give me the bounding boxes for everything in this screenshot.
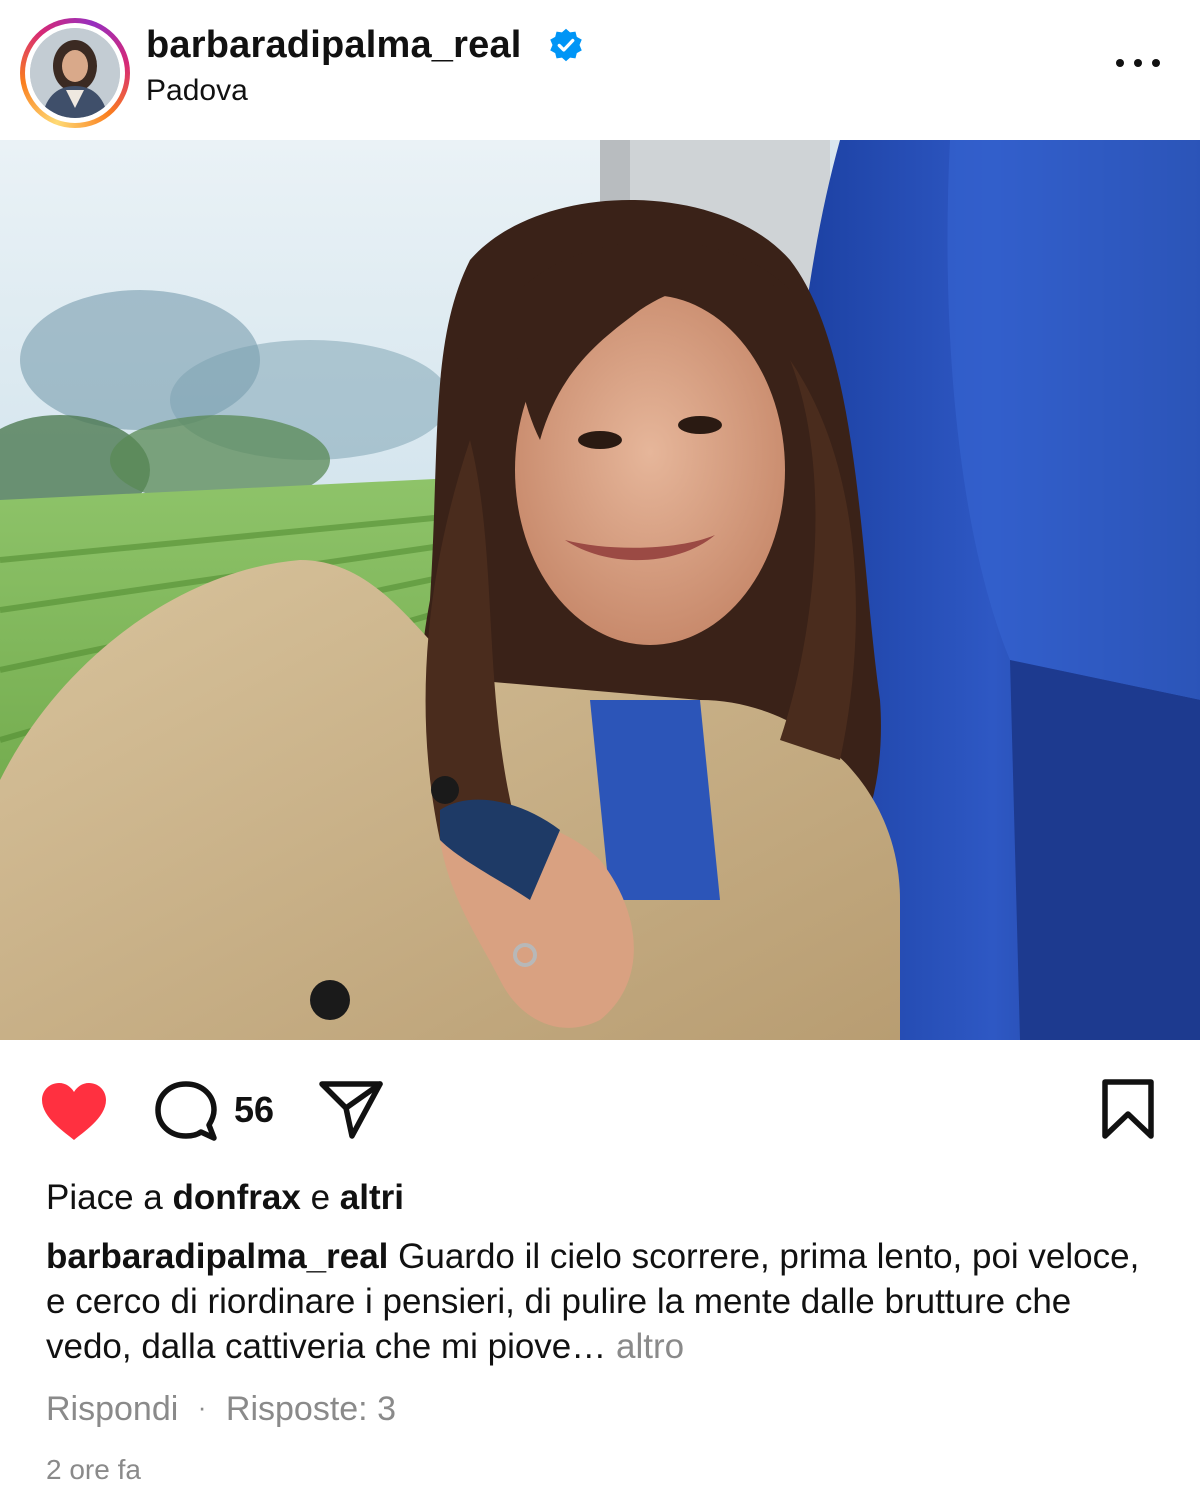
- post-image[interactable]: [0, 140, 1200, 1040]
- liked-by-others[interactable]: altri: [340, 1178, 404, 1217]
- action-bar: 56: [0, 1040, 1200, 1170]
- verified-badge-icon: [550, 28, 582, 62]
- heart-icon[interactable]: [40, 1082, 108, 1142]
- view-replies-button[interactable]: Risposte: 3: [226, 1390, 396, 1428]
- bookmark-icon[interactable]: [1100, 1078, 1156, 1140]
- separator-dot: ·: [197, 1392, 207, 1422]
- reply-button[interactable]: Rispondi: [46, 1390, 178, 1428]
- liked-by-user[interactable]: donfrax: [172, 1178, 300, 1217]
- comment-count: 56: [234, 1089, 275, 1130]
- post-username[interactable]: barbaradipalma_real: [146, 24, 522, 67]
- post-location[interactable]: Padova: [146, 74, 248, 108]
- likes-summary[interactable]: Piace a donfrax e altri: [46, 1178, 404, 1218]
- reply-row: Rispondi · Risposte: 3: [46, 1390, 396, 1429]
- caption-username[interactable]: barbaradipalma_real: [46, 1237, 388, 1276]
- caption-more-link[interactable]: altro: [616, 1327, 684, 1366]
- profile-avatar[interactable]: [20, 18, 130, 128]
- avatar-image: [30, 28, 120, 118]
- comment-icon[interactable]: [154, 1080, 218, 1144]
- post-header: barbaradipalma_real Padova: [0, 0, 1200, 140]
- post-caption: barbaradipalma_real Guardo il cielo scor…: [46, 1234, 1166, 1369]
- more-options-icon[interactable]: [1116, 50, 1160, 76]
- post-timestamp: 2 ore fa: [46, 1454, 141, 1485]
- share-icon[interactable]: [318, 1078, 384, 1140]
